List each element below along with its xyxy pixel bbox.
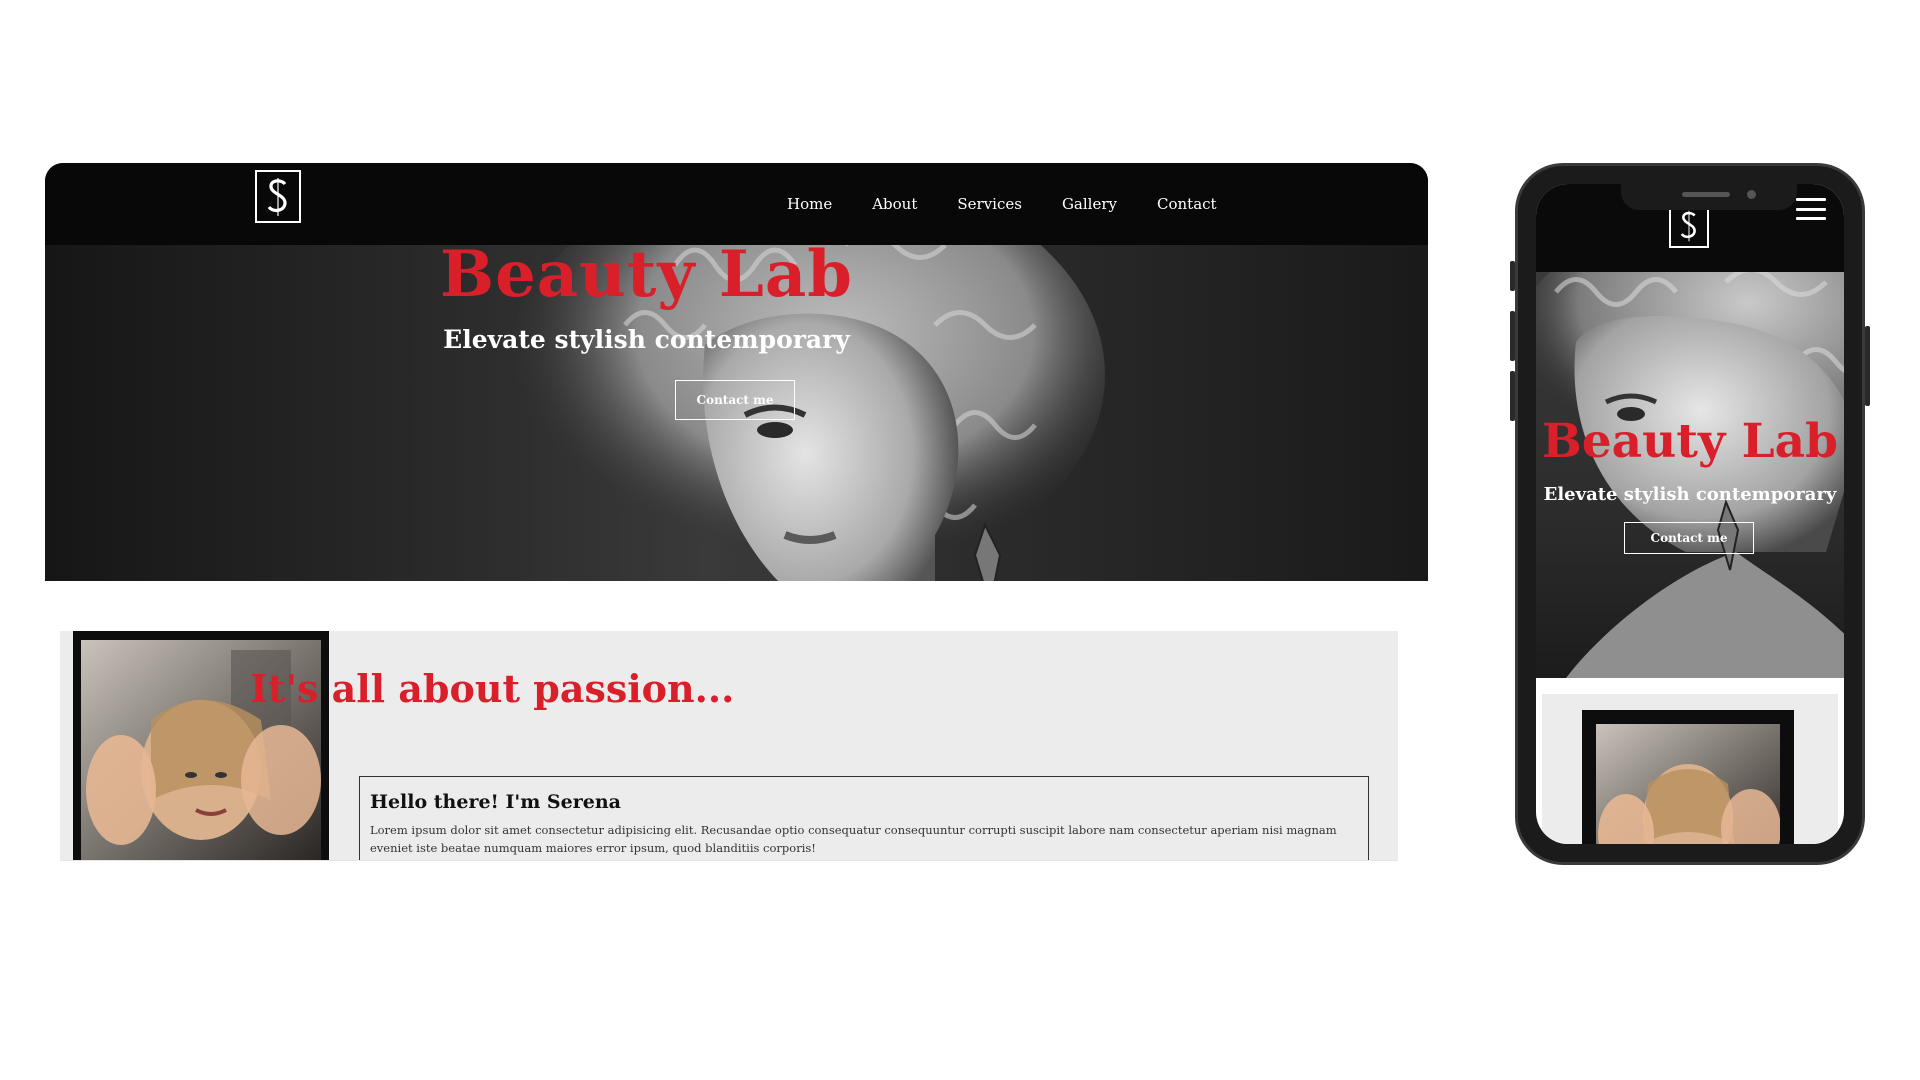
phone-screen: Beauty Lab Elevate stylish contemporary … xyxy=(1536,184,1844,844)
phone-volume-down xyxy=(1510,371,1515,421)
nav-services-link[interactable]: Services xyxy=(957,195,1022,213)
contact-me-button[interactable]: Contact me xyxy=(675,380,795,420)
mobile-hero-banner: Beauty Lab Elevate stylish contemporary … xyxy=(1536,272,1844,678)
phone-power-button xyxy=(1865,326,1870,406)
nav-gallery-link[interactable]: Gallery xyxy=(1062,195,1117,213)
desktop-mockup: Home About Services Gallery Contact Beau… xyxy=(45,163,1428,581)
brand-logo[interactable] xyxy=(255,170,301,223)
mobile-hero-subtitle: Elevate stylish contemporary xyxy=(1543,484,1837,505)
phone-speaker xyxy=(1682,192,1730,197)
hero-subtitle: Elevate stylish contemporary xyxy=(443,325,850,354)
phone-mute-switch xyxy=(1510,261,1515,291)
mobile-about-photo-image xyxy=(1596,724,1780,844)
phone-notch xyxy=(1621,184,1797,210)
hamburger-menu-icon[interactable] xyxy=(1796,198,1826,220)
top-navbar: Home About Services Gallery Contact xyxy=(45,163,1428,245)
intro-card: Hello there! I'm Serena Lorem ipsum dolo… xyxy=(359,776,1369,860)
phone-volume-up xyxy=(1510,311,1515,361)
main-menu: Home About Services Gallery Contact xyxy=(787,195,1257,213)
phone-mockup: Beauty Lab Elevate stylish contemporary … xyxy=(1510,163,1870,865)
nav-contact-link[interactable]: Contact xyxy=(1157,195,1217,213)
nav-about-link[interactable]: About xyxy=(872,195,917,213)
about-section: It's all about passion... Hello there! I… xyxy=(60,631,1398,861)
mobile-hero-portrait-image xyxy=(1536,272,1844,678)
phone-camera xyxy=(1747,190,1756,199)
passion-heading: It's all about passion... xyxy=(250,666,735,711)
nav-home-link[interactable]: Home xyxy=(787,195,832,213)
mobile-contact-me-button[interactable]: Contact me xyxy=(1624,522,1754,554)
intro-card-body: Lorem ipsum dolor sit amet consectetur a… xyxy=(370,823,1337,855)
hero-banner: Beauty Lab Elevate stylish contemporary … xyxy=(45,245,1428,581)
mobile-about-section xyxy=(1542,694,1838,844)
mobile-hero-title: Beauty Lab xyxy=(1542,414,1838,469)
s-monogram-icon xyxy=(1680,210,1696,242)
s-monogram-icon xyxy=(267,177,287,216)
hero-title: Beauty Lab xyxy=(439,245,854,312)
intro-card-title: Hello there! I'm Serena xyxy=(370,791,621,813)
mobile-brand-logo[interactable] xyxy=(1669,204,1709,248)
mobile-about-photo-frame xyxy=(1582,710,1794,844)
